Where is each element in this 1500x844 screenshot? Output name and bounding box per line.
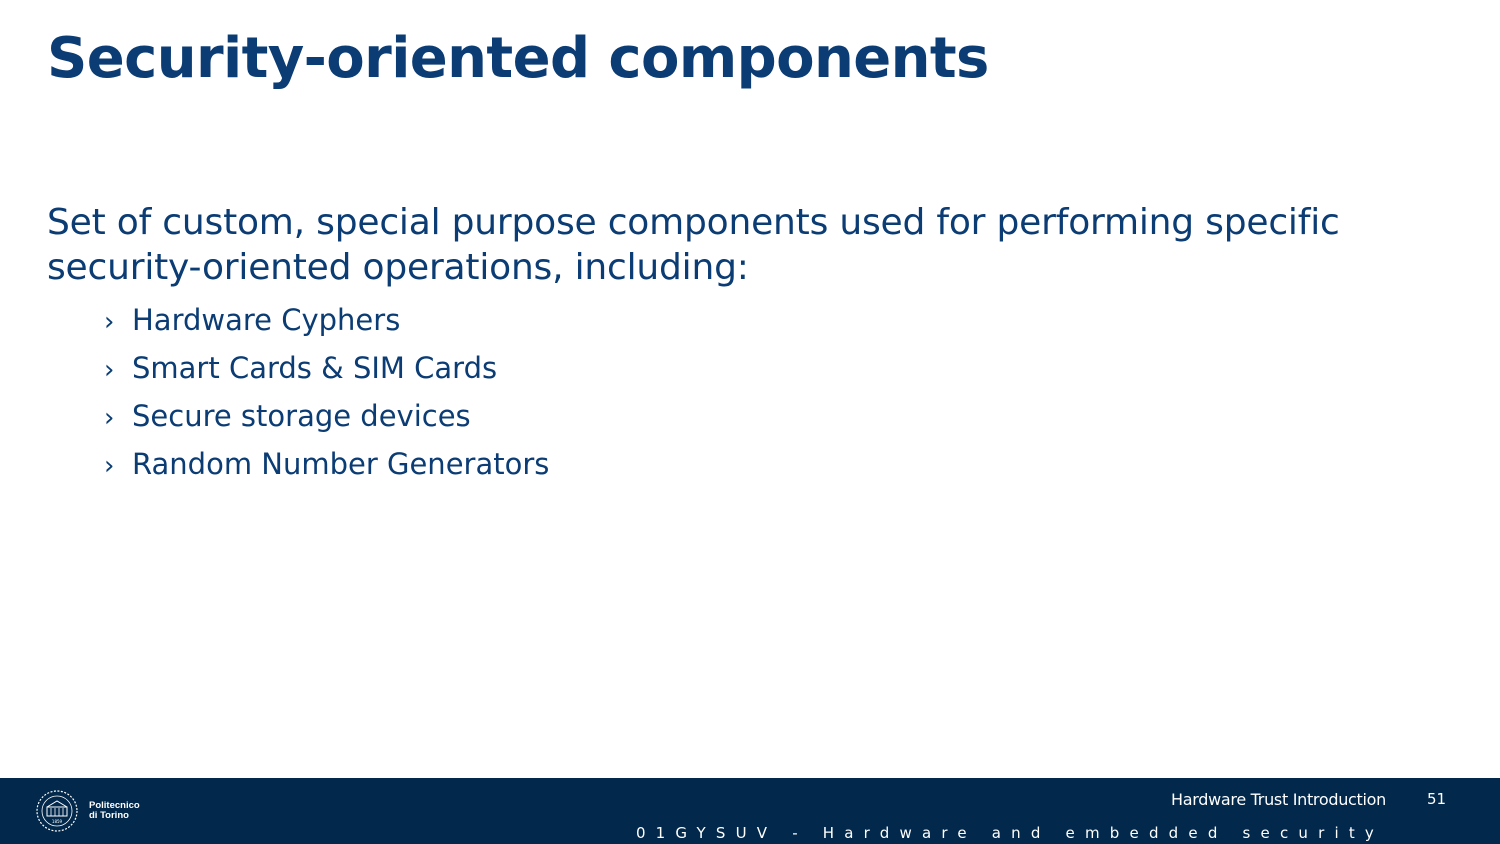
bullet-list: › Hardware Cyphers › Smart Cards & SIM C… [104,296,549,488]
list-item: › Random Number Generators [104,440,549,488]
bullet-arrow-icon: › [104,403,115,433]
slide-title: Security-oriented components [47,26,989,91]
list-item: › Hardware Cyphers [104,296,549,344]
logo-year: 1859 [52,819,63,824]
bullet-text: Secure storage devices [132,399,471,433]
page-number: 51 [1427,790,1447,808]
university-logo: 1859 Politecnico di Torino [34,787,144,835]
lecture-title: Hardware Trust Introduction [1171,790,1386,809]
bullet-text: Smart Cards & SIM Cards [132,351,498,385]
seal-icon: 1859 [36,790,78,832]
list-item: › Secure storage devices [104,392,549,440]
logo-text: Politecnico di Torino [89,801,140,821]
bullet-text: Hardware Cyphers [132,303,401,337]
slide: Security-oriented components Set of cust… [0,0,1500,844]
course-name: 01GYSUV - Hardware and embedded security [635,824,1384,842]
list-item: › Smart Cards & SIM Cards [104,344,549,392]
footer-bar: 1859 Politecnico di Torino Hardware Trus… [0,778,1500,844]
intro-paragraph: Set of custom, special purpose component… [47,202,1340,288]
bullet-arrow-icon: › [104,355,115,385]
bullet-arrow-icon: › [104,307,115,337]
bullet-arrow-icon: › [104,451,115,481]
bullet-text: Random Number Generators [132,447,550,481]
logo-line-2: di Torino [89,810,129,821]
